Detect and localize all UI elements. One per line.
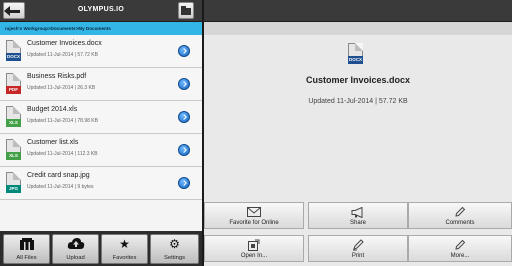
more-button[interactable]: More...: [408, 235, 512, 262]
file-row[interactable]: JPG Credit card snap.jpg Updated 11-Jul-…: [0, 167, 202, 200]
action-label: Open In...: [240, 253, 268, 259]
top-bar: OLYMPUS.IO: [0, 0, 202, 22]
file-list: DOCX Customer Invoices.docx Updated 11-J…: [0, 35, 202, 200]
file-meta: Updated 11-Jul-2014 | 112.3 KB: [27, 151, 98, 157]
file-name: Customer Invoices.docx: [27, 40, 102, 47]
file-meta: Updated 11-Jul-2014 | 9 bytes: [27, 184, 94, 190]
favorite-online-button[interactable]: Favorite for Online: [204, 202, 304, 229]
pdf-file-icon: PDF: [6, 73, 21, 94]
megaphone-icon: [309, 205, 407, 219]
star-icon: ★: [119, 237, 130, 251]
breadcrumb[interactable]: rajesh's Workgroup>Documents>My Document…: [0, 22, 202, 35]
open-details-button[interactable]: [178, 111, 190, 123]
app-title: OLYMPUS.IO: [77, 6, 125, 13]
detail-header-strip: [204, 22, 512, 35]
detail-file-name: Customer Invoices.docx: [305, 75, 411, 85]
file-type-tag: XLS: [6, 152, 21, 160]
pen-icon: [309, 238, 407, 252]
file-row[interactable]: PDF Business Risks.pdf Updated 11-Jul-20…: [0, 68, 202, 101]
file-type-tag: XLS: [6, 119, 21, 127]
file-meta: Updated 11-Jul-2014 | 57.72 KB: [27, 52, 98, 58]
folder-button[interactable]: [178, 2, 194, 19]
action-label: Comments: [445, 220, 475, 226]
nav-label: Favorites: [112, 255, 137, 261]
open-details-button[interactable]: [178, 144, 190, 156]
folder-icon: [181, 6, 191, 15]
upload-button[interactable]: Upload: [52, 234, 99, 264]
xls-file-icon: XLS: [6, 106, 21, 127]
docx-file-icon: DOCX: [6, 40, 21, 61]
open-in-icon: [205, 238, 303, 252]
action-label: Favorite for Online: [229, 220, 279, 226]
nav-label: All Files: [16, 255, 37, 261]
open-details-button[interactable]: [178, 45, 190, 57]
open-details-button[interactable]: [178, 78, 190, 90]
open-details-button[interactable]: [178, 177, 190, 189]
action-label: More...: [450, 253, 470, 259]
file-name: Budget 2014.xls: [27, 106, 78, 113]
xls-file-icon: XLS: [6, 139, 21, 160]
print-button[interactable]: Print: [308, 235, 408, 262]
favorites-button[interactable]: ★ Favorites: [101, 234, 148, 264]
file-row[interactable]: DOCX Customer Invoices.docx Updated 11-J…: [0, 35, 202, 68]
bottom-nav: All Files Upload ★ Favorites ⚙ Settings: [0, 231, 202, 266]
settings-button[interactable]: ⚙ Settings: [150, 234, 199, 264]
detail-file-meta: Updated 11-Jul-2014 | 57.72 KB: [308, 98, 408, 105]
action-label: Print: [351, 253, 365, 259]
file-type-tag: PDF: [6, 86, 21, 94]
edit-icon: [409, 238, 511, 252]
file-name: Credit card snap.jpg: [27, 172, 90, 179]
docx-file-icon: DOCX: [348, 43, 363, 64]
file-row[interactable]: XLS Budget 2014.xls Updated 11-Jul-2014 …: [0, 101, 202, 134]
file-meta: Updated 11-Jul-2014 | 26.3 KB: [27, 85, 96, 91]
file-type-tag: DOCX: [348, 56, 363, 64]
folders-icon: [4, 237, 49, 252]
jpg-file-icon: JPG: [6, 172, 21, 193]
envelope-icon: [205, 205, 303, 219]
file-name: Customer list.xls: [27, 139, 79, 146]
nav-label: Settings: [164, 255, 185, 261]
pencil-icon: [409, 205, 511, 219]
file-detail-pane: DOCX Customer Invoices.docx Updated 11-J…: [204, 0, 512, 266]
action-label: Share: [349, 220, 366, 226]
share-button[interactable]: Share: [308, 202, 408, 229]
comments-button[interactable]: Comments: [408, 202, 512, 229]
file-browser-pane: OLYMPUS.IO rajesh's Workgroup>Documents>…: [0, 0, 202, 266]
file-type-tag: DOCX: [6, 53, 21, 61]
file-type-tag: JPG: [6, 185, 21, 193]
nav-label: Upload: [66, 255, 85, 261]
file-meta: Updated 11-Jul-2014 | 78.98 KB: [27, 118, 98, 124]
gear-icon: ⚙: [169, 237, 180, 251]
detail-top-bar: [204, 0, 512, 22]
all-files-button[interactable]: All Files: [3, 234, 50, 264]
file-name: Business Risks.pdf: [27, 73, 87, 80]
file-row[interactable]: XLS Customer list.xls Updated 11-Jul-201…: [0, 134, 202, 167]
open-in-button[interactable]: Open In...: [204, 235, 304, 262]
cloud-upload-icon: [53, 237, 98, 252]
